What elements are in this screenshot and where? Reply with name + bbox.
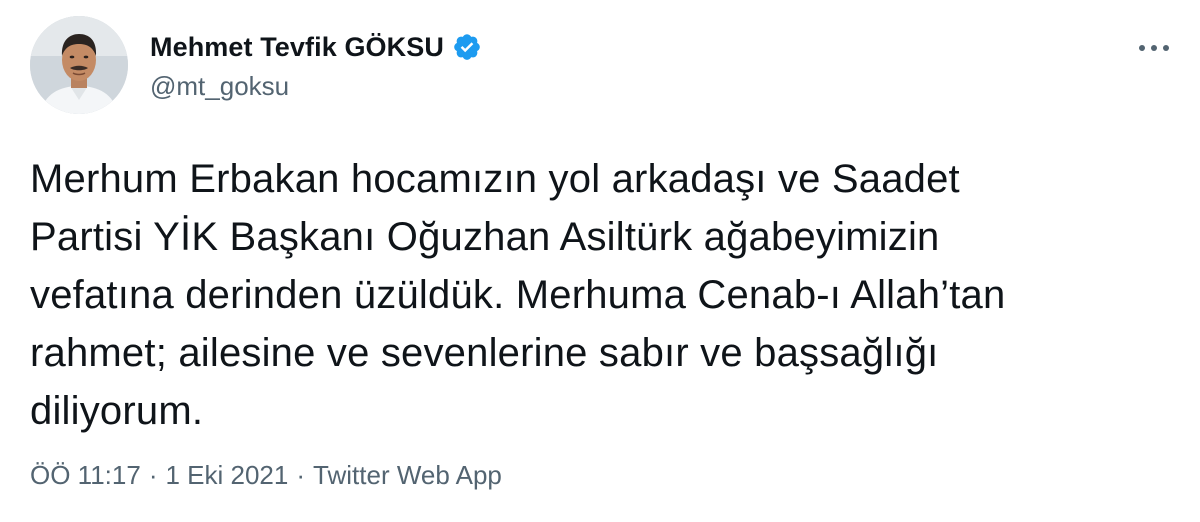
more-dot	[1151, 45, 1157, 51]
more-options-icon[interactable]	[1132, 34, 1176, 62]
tweet-source[interactable]: Twitter Web App	[313, 460, 502, 491]
author-display-name[interactable]: Mehmet Tevfik GÖKSU	[150, 32, 444, 63]
tweet-card: Mehmet Tevfik GÖKSU @mt_goksu Merhum Erb…	[0, 0, 1200, 522]
tweet-metadata: ÖÖ 11:17 · 1 Eki 2021 · Twitter Web App	[30, 460, 502, 491]
tweet-date[interactable]: 1 Eki 2021	[165, 460, 288, 491]
author-name-row: Mehmet Tevfik GÖKSU	[150, 27, 482, 67]
more-dot	[1139, 45, 1145, 51]
author-handle[interactable]: @mt_goksu	[150, 71, 289, 102]
meta-separator: ·	[148, 460, 158, 490]
author-avatar[interactable]	[30, 16, 128, 114]
verified-badge-icon	[452, 32, 482, 62]
tweet-time[interactable]: ÖÖ 11:17	[30, 460, 141, 491]
meta-separator: ·	[296, 460, 306, 490]
more-dot	[1163, 45, 1169, 51]
tweet-text: Merhum Erbakan hocamızın yol arkadaşı ve…	[30, 157, 1006, 433]
avatar-photo-icon	[30, 16, 128, 114]
